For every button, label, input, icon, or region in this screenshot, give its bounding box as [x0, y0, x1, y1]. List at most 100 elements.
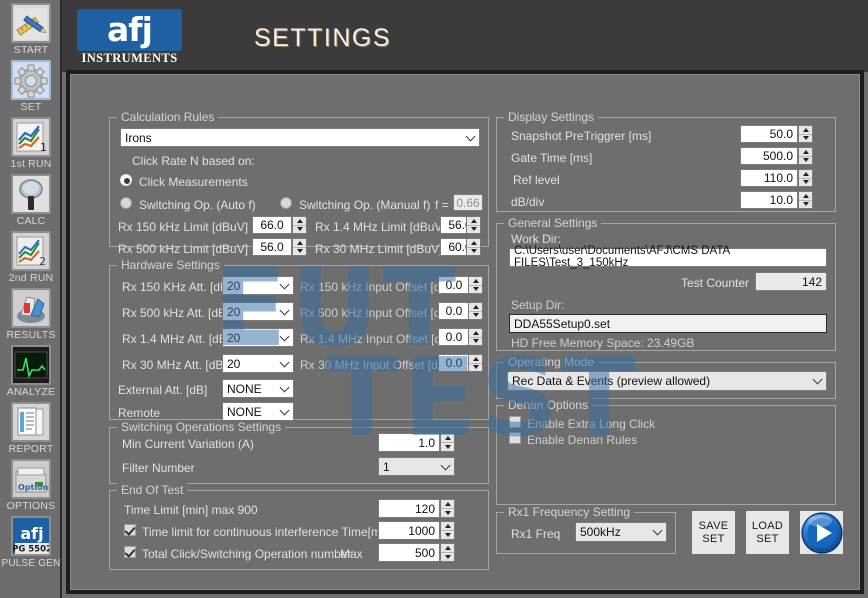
offset-spin-rx500k[interactable] — [468, 302, 483, 320]
group-operating-mode: Operating Mode Rec Data & Events (previe… — [496, 355, 836, 399]
spin-up-icon — [470, 218, 477, 223]
total-click-spin[interactable] — [440, 543, 455, 562]
operating-mode-combo[interactable]: Rec Data & Events (preview allowed) — [507, 371, 827, 391]
gate-time-spin[interactable] — [798, 147, 813, 165]
spin-down-icon — [802, 158, 809, 163]
sidebar-item-calc[interactable]: CALC — [0, 171, 62, 228]
offset-field-rx150k[interactable]: 0.0 — [438, 276, 470, 294]
rx1-freq-label: Rx1 Freq — [511, 527, 561, 541]
att-combo-rx30m[interactable]: 20 — [222, 354, 294, 373]
offset-label-rx150k: Rx 150 kHz Input Offset [dB] — [300, 280, 452, 294]
limit-field-rx150k[interactable]: 66.0 — [252, 216, 292, 234]
filter-number-combo[interactable]: 1 — [378, 457, 455, 476]
run-button[interactable] — [799, 510, 844, 555]
radio-click-measurements[interactable] — [120, 174, 132, 186]
continuous-interference-checkbox[interactable] — [124, 524, 136, 536]
save-set-button[interactable]: SAVE SET — [691, 510, 736, 555]
remote-combo[interactable]: NONE — [222, 402, 294, 421]
chevron-down-icon — [279, 331, 290, 341]
spin-up-icon — [444, 436, 451, 440]
f-value-field[interactable]: 0.66 — [453, 194, 483, 211]
setup-dir-field[interactable]: DDA55Setup0.set — [509, 314, 827, 333]
snapshot-pretrigger-spin[interactable] — [798, 125, 813, 143]
ref-level-field[interactable]: 110.0 — [740, 169, 798, 187]
gate-time-label: Gate Time [ms] — [511, 151, 593, 165]
setup-dir-value: DDA55Setup0.set — [514, 316, 611, 331]
sidebar-item-analyze[interactable]: ANALYZE — [0, 342, 62, 399]
offset-spin-rx30m[interactable] — [468, 354, 483, 372]
offset-field-rx500k[interactable]: 0.0 — [438, 302, 470, 320]
total-click-field[interactable]: 500 — [378, 543, 440, 562]
sidebar-label-options: OPTIONS — [6, 500, 56, 512]
sidebar-item-options[interactable]: Options OPTIONS — [0, 456, 62, 513]
report-doc-icon — [11, 402, 51, 442]
external-att-combo[interactable]: NONE — [222, 379, 294, 398]
offset-spin-rx14m[interactable] — [468, 328, 483, 346]
spin-down-icon — [470, 249, 477, 254]
group-end-of-test: End Of Test Time Limit [min] max 900 120… — [109, 483, 489, 570]
load-set-button[interactable]: LOAD SET — [745, 510, 790, 555]
limit-label-rx14m: Rx 1.4 MHz Limit [dBuV] — [315, 220, 446, 234]
offset-value-rx30m: 0.0 — [445, 356, 463, 370]
group-display-settings: Display Settings Snapshot PreTriggrer [m… — [496, 110, 836, 212]
sidebar-item-1st-run[interactable]: 1 1st RUN — [0, 114, 62, 171]
spin-up-icon — [802, 149, 809, 154]
db-div-field[interactable]: 10.0 — [740, 191, 798, 209]
spin-down-icon — [472, 287, 479, 292]
continuous-interference-field[interactable]: 1000 — [378, 521, 440, 540]
limit-spin-rx500k[interactable] — [292, 238, 307, 256]
offset-field-rx14m[interactable]: 0.0 — [438, 328, 470, 346]
sidebar-item-set[interactable]: SET — [0, 57, 62, 114]
spin-down-icon — [444, 555, 451, 559]
svg-text:Options: Options — [18, 483, 49, 492]
sidebar-item-report[interactable]: REPORT — [0, 399, 62, 456]
f-value: 0.66 — [456, 195, 480, 210]
gate-time-field[interactable]: 500.0 — [740, 147, 798, 165]
continuous-interference-spin[interactable] — [440, 521, 455, 540]
test-counter-value: 142 — [801, 274, 822, 289]
att-combo-rx150k[interactable]: 20 — [222, 276, 294, 295]
att-value-rx150k: 20 — [227, 278, 241, 293]
offset-spin-rx150k[interactable] — [468, 276, 483, 294]
remote-value: NONE — [227, 404, 262, 419]
sidebar-item-results[interactable]: RESULTS — [0, 285, 62, 342]
enable-extra-long-click-checkbox[interactable] — [509, 416, 521, 428]
limit-spin-rx14m[interactable] — [466, 216, 481, 234]
limit-spin-rx150k[interactable] — [292, 216, 307, 234]
min-current-variation-spin[interactable] — [440, 433, 455, 452]
sidebar-item-pulse-gen[interactable]: afj PG 5502 PULSE GEN — [0, 513, 62, 570]
calculation-rule-combo[interactable]: Irons — [120, 128, 480, 147]
min-current-variation-field[interactable]: 1.0 — [378, 433, 440, 452]
sidebar-item-2nd-run[interactable]: 2 2nd RUN — [0, 228, 62, 285]
att-value-rx14m: 20 — [227, 330, 241, 345]
snapshot-pretrigger-field[interactable]: 50.0 — [740, 125, 798, 143]
rx1-freq-combo[interactable]: 500kHz — [575, 522, 667, 542]
group-title-operating-mode: Operating Mode — [504, 355, 599, 369]
att-combo-rx14m[interactable]: 20 — [222, 328, 294, 347]
time-limit-spin[interactable] — [440, 499, 455, 518]
limit-spin-rx30m[interactable] — [466, 238, 481, 256]
time-limit-field[interactable]: 120 — [378, 499, 440, 518]
load-set-line2: SET — [756, 532, 779, 545]
content-frame-outer: Calculation Rules Irons Click Rate N bas… — [66, 70, 864, 594]
limit-field-rx500k[interactable]: 56.0 — [252, 238, 292, 256]
offset-field-rx30m[interactable]: 0.0 — [438, 354, 470, 372]
operating-mode-value: Rec Data & Events (preview allowed) — [512, 374, 711, 388]
att-combo-rx500k[interactable]: 20 — [222, 302, 294, 321]
afj-logo: afj — [77, 9, 182, 51]
total-click-checkbox[interactable] — [124, 546, 136, 558]
sidebar-item-start[interactable]: START — [0, 0, 62, 57]
work-dir-field[interactable]: C:\Users\user\Documents\AFJ\CMS DATA FIL… — [509, 245, 827, 268]
settings-window: START SET 1 1st RUN CALC 2 2nd RUN RESUL… — [0, 0, 868, 598]
ref-level-spin[interactable] — [798, 169, 813, 187]
group-title-denan-options: Denan Options — [504, 398, 593, 412]
radio-switching-manual[interactable] — [280, 197, 292, 209]
limit-label-rx500k: Rx 500 kHz Limit [dBuV] — [118, 242, 249, 256]
load-set-line1: LOAD — [751, 519, 784, 532]
radio-switching-auto[interactable] — [120, 197, 132, 209]
group-hardware-settings: Hardware Settings Rx 150 KHz Att. [dB] 2… — [109, 258, 489, 421]
enable-denan-rules-checkbox[interactable] — [509, 432, 521, 444]
att-label-rx150k: Rx 150 KHz Att. [dB] — [122, 280, 232, 294]
sidebar-label-set: SET — [20, 101, 42, 113]
db-div-spin[interactable] — [798, 191, 813, 209]
